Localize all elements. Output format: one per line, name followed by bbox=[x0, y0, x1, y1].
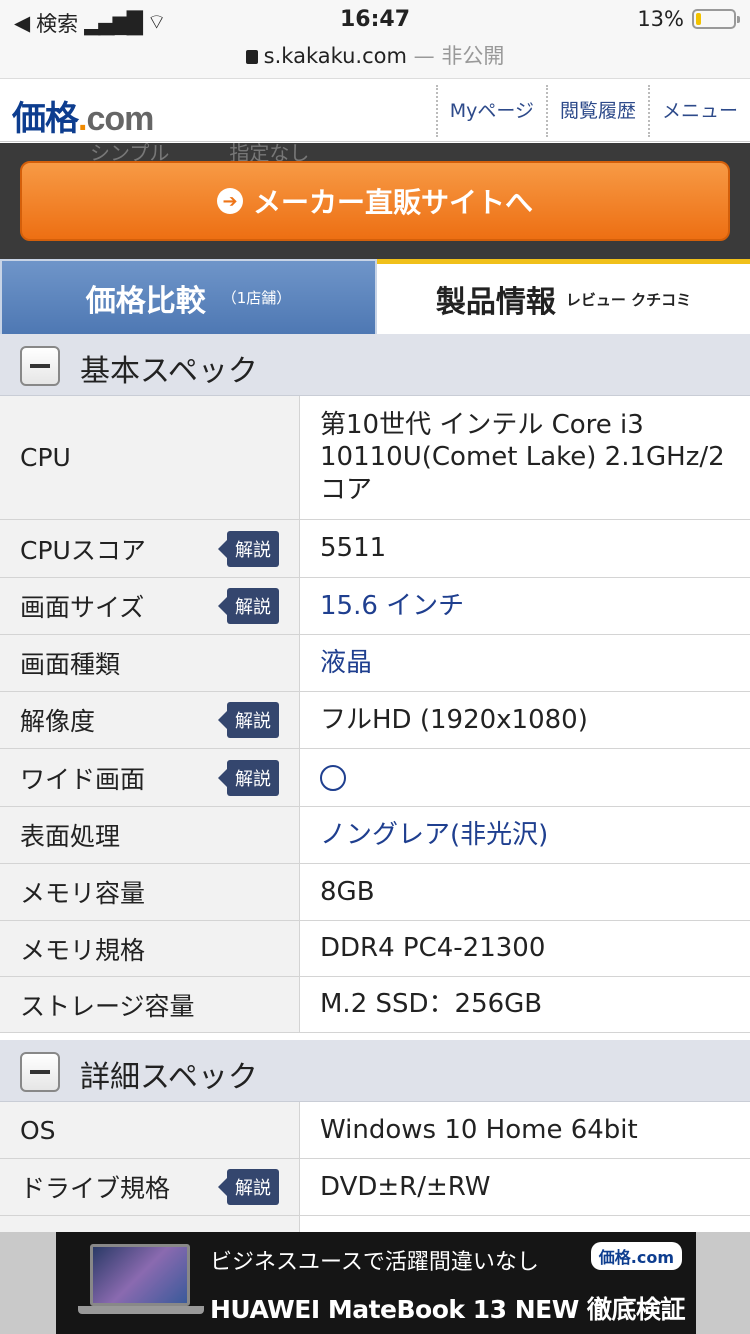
spec-value bbox=[300, 749, 750, 806]
collapse-minus-icon[interactable] bbox=[20, 346, 60, 386]
spec-label: CPU bbox=[0, 396, 300, 519]
explain-badge[interactable]: 解説 bbox=[218, 530, 279, 567]
lock-icon bbox=[245, 50, 258, 64]
tab-product-info[interactable]: 製品情報 レビュー クチコミ bbox=[377, 259, 750, 334]
spec-value-link[interactable]: 液晶 bbox=[300, 635, 750, 691]
table-row: ストレージ容量 M.2 SSD：256GB bbox=[0, 977, 750, 1033]
spec-label: メモリ規格 bbox=[0, 921, 300, 976]
tab-price-compare[interactable]: 価格比較 （1店舗） bbox=[0, 259, 377, 334]
spec-label: ストレージ容量 bbox=[0, 977, 300, 1032]
table-row: OS Windows 10 Home 64bit bbox=[0, 1102, 750, 1159]
table-row: 表面処理 ノングレア(非光沢) bbox=[0, 807, 750, 864]
maker-site-button[interactable]: ➔ メーカー直販サイトへ bbox=[20, 161, 730, 241]
spec-label: OS bbox=[0, 1102, 300, 1158]
explain-badge[interactable]: 解説 bbox=[218, 702, 279, 738]
table-row: CPUスコア 解説 5511 bbox=[0, 520, 750, 578]
spec-value-link[interactable]: 15.6 インチ bbox=[300, 578, 750, 634]
spec-label: 画面種類 bbox=[0, 635, 300, 691]
battery-percent: 13% bbox=[637, 7, 684, 31]
arrow-right-icon: ➔ bbox=[216, 188, 243, 214]
spec-label: ワイド画面 解説 bbox=[0, 749, 300, 806]
laptop-image bbox=[90, 1244, 190, 1306]
detail-spec-table: OS Windows 10 Home 64bit ドライブ規格 解説 DVD±R/… bbox=[0, 1102, 750, 1236]
ad-banner[interactable]: ビジネスユースで活躍間違いなし HUAWEI MateBook 13 NEW 徹… bbox=[56, 1232, 696, 1334]
table-row: メモリ規格 DDR4 PC4-21300 bbox=[0, 921, 750, 977]
spec-label: 解像度 解説 bbox=[0, 692, 300, 748]
kakaku-logo[interactable]: 価格.com bbox=[12, 91, 154, 140]
nav-mypage-link[interactable]: Myページ bbox=[435, 85, 546, 137]
spec-value: 5511 bbox=[320, 533, 387, 564]
url-domain: s.kakaku.com bbox=[263, 44, 407, 68]
spec-value: 8GB bbox=[320, 876, 375, 907]
laptop-base bbox=[78, 1306, 204, 1314]
ad-logo: 価格.com bbox=[590, 1242, 682, 1270]
product-tabs: 価格比較 （1店舗） 製品情報 レビュー クチコミ bbox=[0, 259, 750, 334]
spec-value: 第10世代 インテル Core i3 10110U(Comet Lake) 2.… bbox=[320, 409, 725, 505]
ad-tagline: ビジネスユースで活躍間違いなし bbox=[210, 1250, 539, 1275]
nav-history-link[interactable]: 閲覧履歴 bbox=[545, 85, 648, 137]
spec-value: DVD±R/±RW bbox=[320, 1171, 491, 1202]
table-row: メモリ容量 8GB bbox=[0, 864, 750, 921]
maker-site-label: メーカー直販サイトへ bbox=[252, 186, 533, 219]
circle-yes-icon bbox=[320, 764, 346, 791]
status-bar: ◀ 検索 ▂▄▆█ ⌔ 16:47 13% bbox=[0, 0, 750, 40]
maker-band: シンプル 指定なし ➔ メーカー直販サイトへ bbox=[0, 141, 750, 259]
spec-value: DDR4 PC4-21300 bbox=[320, 933, 546, 964]
ad-headline: HUAWEI MateBook 13 NEW 徹底検証 bbox=[210, 1295, 686, 1324]
spec-value: M.2 SSD：256GB bbox=[320, 989, 543, 1020]
explain-badge[interactable]: 解説 bbox=[218, 759, 279, 796]
spec-label: メモリ容量 bbox=[0, 864, 300, 920]
explain-badge[interactable]: 解説 bbox=[218, 1169, 279, 1205]
basic-spec-table: CPU 第10世代 インテル Core i3 10110U(Comet Lake… bbox=[0, 396, 750, 1033]
table-row: 解像度 解説 フルHD (1920x1080) bbox=[0, 692, 750, 749]
table-row: 画面サイズ 解説 15.6 インチ bbox=[0, 578, 750, 635]
section-title: 詳細スペック bbox=[80, 1060, 258, 1095]
spec-label: ドライブ規格 解説 bbox=[0, 1159, 300, 1215]
spec-label: CPUスコア 解説 bbox=[0, 520, 300, 577]
spec-value: Windows 10 Home 64bit bbox=[320, 1114, 638, 1145]
spec-label: 画面サイズ 解説 bbox=[0, 578, 300, 634]
spec-label: 表面処理 bbox=[0, 807, 300, 863]
collapse-minus-icon[interactable] bbox=[20, 1052, 60, 1092]
basic-spec-header[interactable]: 基本スペック bbox=[0, 334, 750, 396]
explain-badge[interactable]: 解説 bbox=[218, 588, 279, 624]
battery-icon bbox=[692, 9, 740, 29]
ad-banner-area: ビジネスユースで活躍間違いなし HUAWEI MateBook 13 NEW 徹… bbox=[0, 1232, 750, 1334]
address-bar[interactable]: s.kakaku.com — 非公開 bbox=[0, 40, 750, 78]
url-private-label: — 非公開 bbox=[406, 44, 505, 68]
spec-value-link[interactable]: ノングレア(非光沢) bbox=[300, 807, 750, 863]
spec-value: フルHD (1920x1080) bbox=[320, 704, 588, 735]
table-row: CPU 第10世代 インテル Core i3 10110U(Comet Lake… bbox=[0, 396, 750, 520]
detail-spec-header[interactable]: 詳細スペック bbox=[0, 1040, 750, 1102]
section-title: 基本スペック bbox=[80, 354, 258, 389]
nav-menu-link[interactable]: メニュー bbox=[647, 85, 750, 137]
site-header: 価格.com Myページ 閲覧履歴 メニュー bbox=[0, 78, 750, 142]
table-row: 画面種類 液晶 bbox=[0, 635, 750, 692]
header-nav: Myページ 閲覧履歴 メニュー bbox=[435, 85, 750, 137]
table-row: ワイド画面 解説 bbox=[0, 749, 750, 807]
table-row: ドライブ規格 解説 DVD±R/±RW bbox=[0, 1159, 750, 1216]
